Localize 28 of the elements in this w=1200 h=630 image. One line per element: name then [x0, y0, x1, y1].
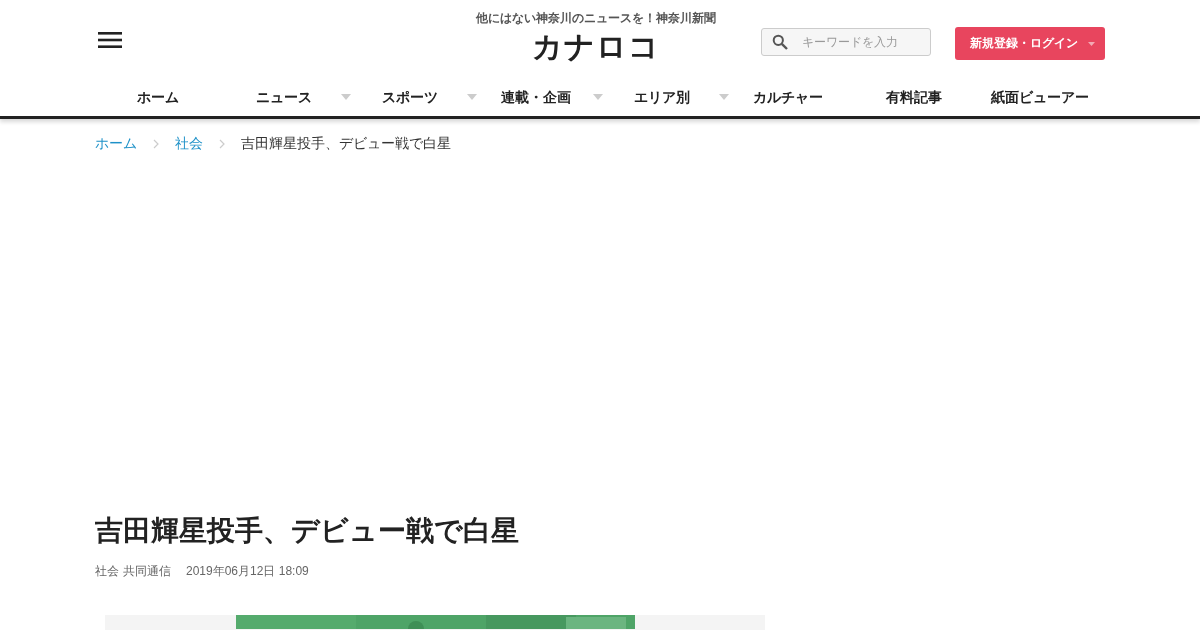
caret-icon [467, 94, 477, 100]
caret-icon [341, 94, 351, 100]
nav-item[interactable]: カルチャー [725, 89, 851, 107]
nav-item[interactable]: 連載・企画 [473, 89, 599, 107]
article-source: 共同通信 [123, 563, 171, 580]
nav-item[interactable]: 紙面ビューアー [977, 89, 1103, 107]
nav-item[interactable]: ホーム [95, 89, 221, 107]
nav-item[interactable]: 有料記事 [851, 89, 977, 107]
search-icon [772, 33, 788, 50]
search-field[interactable]: キーワードを入力 [761, 27, 931, 56]
chevron-icon [219, 139, 225, 149]
article-date: 2019年06月12日 18:09 [186, 563, 309, 580]
breadcrumb-current: 吉田輝星投手、デビュー戦で白星 [241, 135, 451, 153]
article-title: 吉田輝星投手、デビュー戦で白星 [95, 514, 520, 548]
caret-icon [719, 94, 729, 100]
site-logo[interactable]: カナロコ [532, 30, 660, 64]
breadcrumb-link[interactable]: 社会 [175, 135, 203, 153]
caret-icon [1088, 40, 1095, 47]
nav-item[interactable]: エリア別 [599, 89, 725, 107]
nav-item[interactable]: スポーツ [347, 89, 473, 107]
nav-item[interactable]: ニュース [221, 89, 347, 107]
caret-icon [593, 94, 603, 100]
breadcrumb-link[interactable]: ホーム [95, 135, 137, 153]
chevron-icon [153, 139, 159, 149]
menu-icon[interactable] [98, 30, 122, 49]
article-category: 社会 [95, 563, 119, 580]
tagline: 他にはない神奈川のニュースを！神奈川新聞 [476, 10, 716, 26]
login-button[interactable]: 新規登録・ログイン [955, 27, 1105, 60]
